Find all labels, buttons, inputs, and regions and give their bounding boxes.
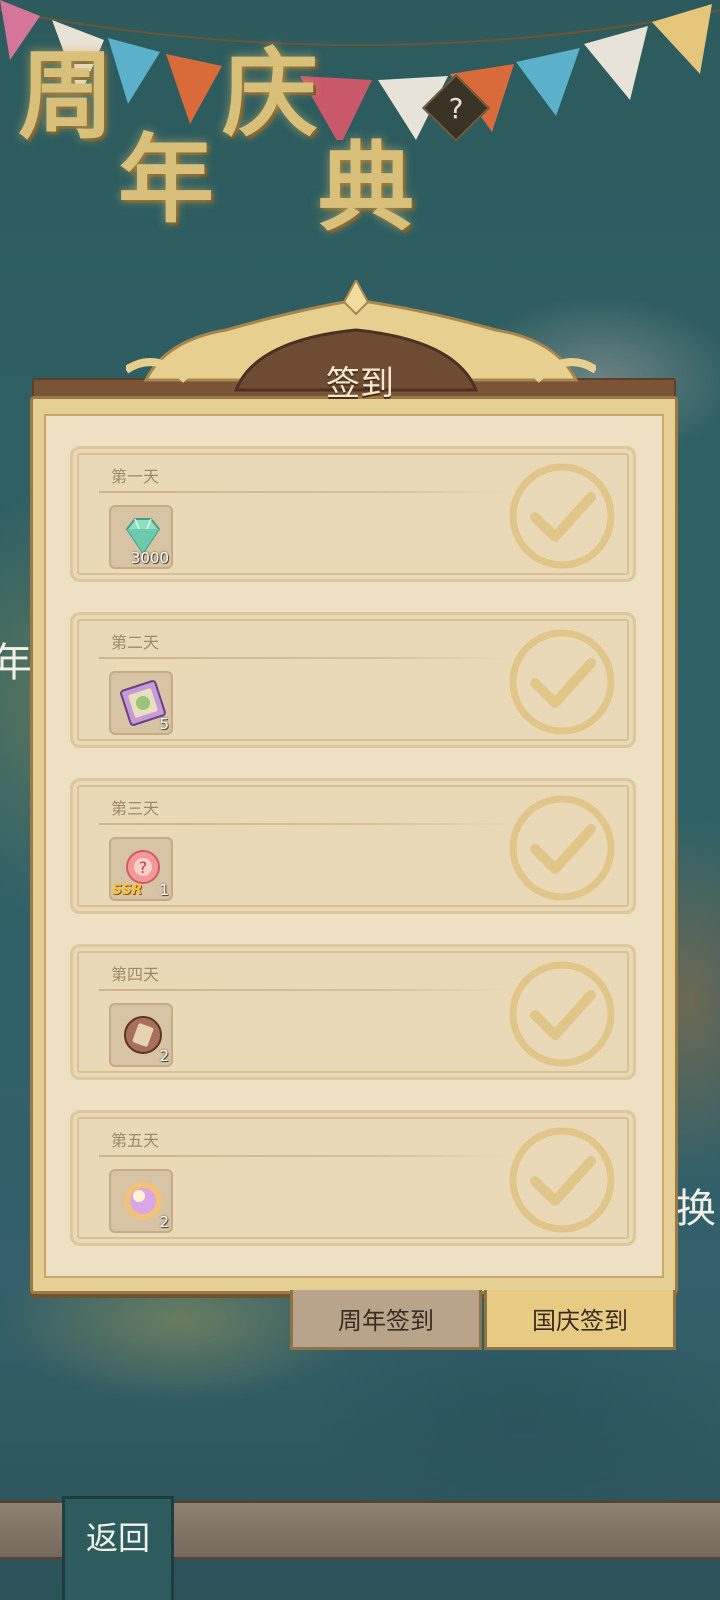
divider [99, 491, 509, 493]
back-button[interactable]: 返回 [62, 1496, 174, 1600]
title-char-4: 典 [318, 131, 414, 244]
day-label: 第四天 [111, 965, 160, 984]
day-label: 第一天 [111, 467, 160, 486]
claimed-check-icon [509, 1127, 615, 1233]
day-label: 第五天 [111, 1131, 160, 1150]
day-card-5: 第五天 2 [70, 1110, 636, 1246]
claimed-check-icon [509, 961, 615, 1067]
title-char-2: 庆 [222, 37, 318, 150]
help-icon: ? [448, 91, 464, 125]
divider [99, 657, 509, 659]
tab-national-day-signin[interactable]: 国庆签到 [484, 1290, 676, 1350]
reward-count: 2 [159, 1213, 169, 1231]
divider [99, 989, 509, 991]
background-glyph-left: 年 [0, 640, 32, 686]
ssr-badge: SSR [112, 882, 143, 898]
day-label: 第三天 [111, 799, 160, 818]
title-char-3: 年 [118, 123, 214, 236]
reward-count: 5 [159, 715, 169, 733]
claimed-check-icon [509, 463, 615, 569]
reward-slot[interactable]: 3000 [109, 505, 173, 569]
day-card-3: 第三天 ? SSR 1 [70, 778, 636, 914]
divider [99, 1155, 509, 1157]
title-char-1: 周 [18, 39, 114, 152]
reward-count: 1 [159, 881, 169, 899]
reward-count: 2 [159, 1047, 169, 1065]
reward-count: 3000 [130, 549, 169, 567]
tab-anniversary-signin[interactable]: 周年签到 [290, 1290, 482, 1350]
day-card-1: 第一天 3000 [70, 446, 636, 582]
divider [99, 823, 509, 825]
day-label: 第二天 [111, 633, 160, 652]
reward-slot[interactable]: 5 [109, 671, 173, 735]
reward-slot[interactable]: 2 [109, 1169, 173, 1233]
svg-text:?: ? [139, 858, 148, 877]
claimed-check-icon [509, 795, 615, 901]
day-card-4: 第四天 2 [70, 944, 636, 1080]
reward-slot[interactable]: ? SSR 1 [109, 837, 173, 901]
background-glyph-right: 换 [676, 1186, 716, 1232]
day-card-2: 第二天 5 [70, 612, 636, 748]
reward-slot[interactable]: 2 [109, 1003, 173, 1067]
panel-title: 签到 [326, 364, 394, 404]
claimed-check-icon [509, 629, 615, 735]
